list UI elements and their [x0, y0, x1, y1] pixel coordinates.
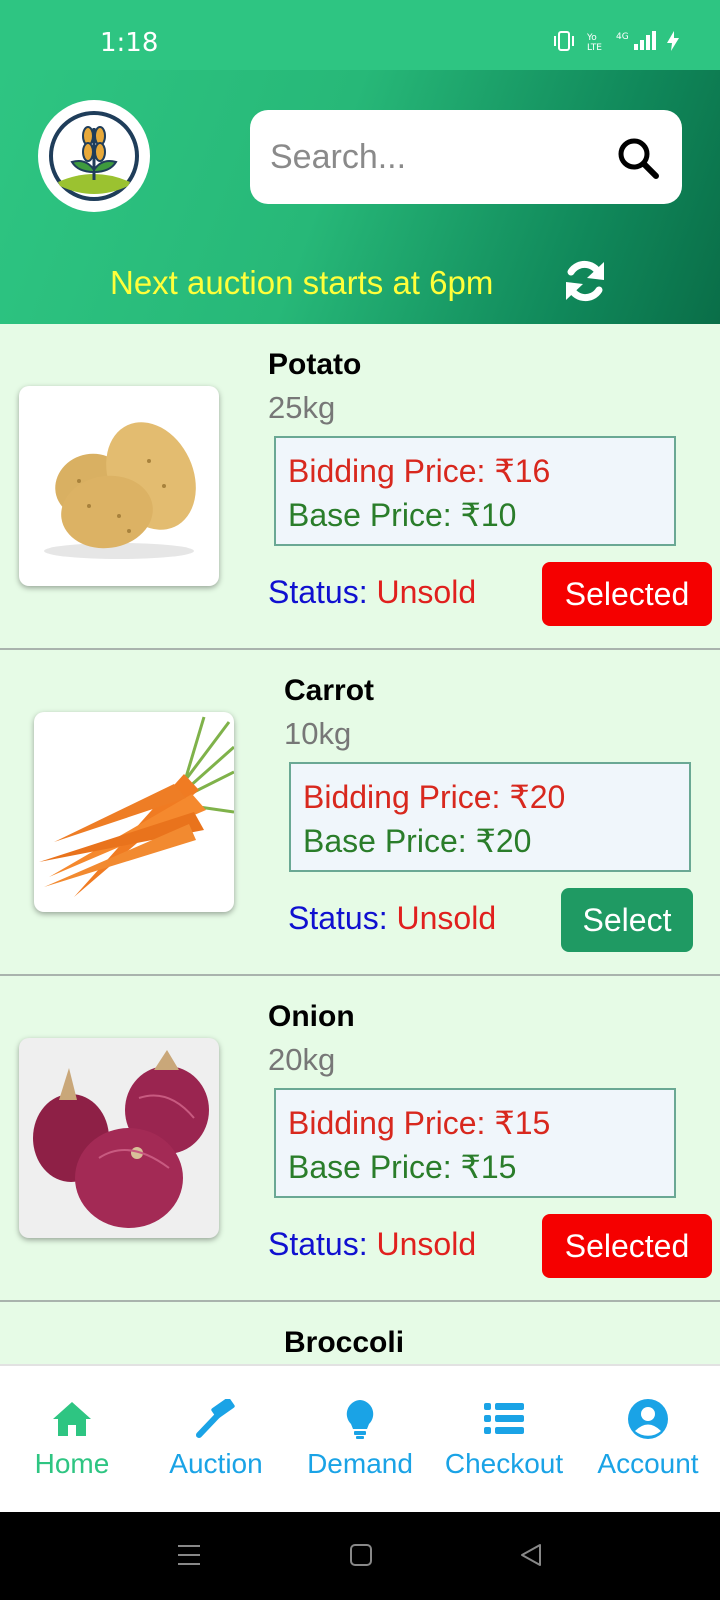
back-icon[interactable]	[518, 1542, 544, 1568]
product-name: Carrot	[284, 674, 375, 707]
next-auction-notice: Next auction starts at 6pm	[110, 264, 494, 301]
product-quantity: 10kg	[284, 716, 352, 751]
nav-home[interactable]: Home	[0, 1366, 144, 1512]
product-list[interactable]: Potato 25kg Bidding Price: ₹16 Base Pric…	[0, 324, 720, 1364]
nav-label: Account	[597, 1448, 699, 1479]
system-navigation-bar	[0, 1512, 720, 1600]
lightbulb-icon	[346, 1400, 374, 1439]
bidding-price: Bidding Price: ₹16	[288, 453, 551, 489]
status-time: 1:18	[100, 28, 159, 58]
nav-label: Auction	[169, 1448, 263, 1479]
selected-button[interactable]: Selected	[542, 1214, 712, 1278]
price-box: Bidding Price: ₹16 Base Price: ₹10	[274, 436, 676, 546]
search-input[interactable]	[270, 132, 590, 182]
nav-checkout[interactable]: Checkout	[432, 1366, 576, 1512]
nav-label: Checkout	[444, 1448, 564, 1479]
product-status: Status: Unsold	[268, 1226, 476, 1263]
nav-account[interactable]: Account	[576, 1366, 720, 1512]
home-icon	[53, 1402, 91, 1436]
app-logo[interactable]	[38, 100, 150, 212]
search-icon[interactable]	[616, 136, 660, 180]
product-image-potato	[19, 386, 219, 586]
selected-button[interactable]: Selected	[542, 562, 712, 626]
bottom-navigation: Home Auction Demand Checkout Account	[0, 1364, 720, 1512]
product-status: Status: Unsold	[268, 574, 476, 611]
network-label: 4G	[616, 32, 629, 42]
svg-text:Yo: Yo	[586, 33, 597, 43]
gavel-icon	[196, 1399, 235, 1438]
menu-icon[interactable]	[176, 1542, 202, 1568]
status-value: Unsold	[376, 574, 477, 610]
nav-auction[interactable]: Auction	[144, 1366, 288, 1512]
product-card: Carrot 10kg Bidding Price: ₹20 Base Pric…	[0, 650, 720, 976]
product-quantity: 25kg	[268, 390, 336, 425]
status-value: Unsold	[396, 900, 497, 936]
product-quantity: 20kg	[268, 1042, 336, 1077]
app-header: Next auction starts at 6pm	[0, 70, 720, 324]
bidding-price: Bidding Price: ₹20	[303, 779, 566, 815]
select-button[interactable]: Select	[561, 888, 693, 952]
base-price: Base Price: ₹15	[288, 1149, 517, 1185]
volte-icon: Yo LTE	[586, 33, 602, 52]
battery-charging-icon	[667, 31, 679, 51]
svg-text:LTE: LTE	[587, 43, 602, 52]
status-bar: 1:18 Yo LTE 4G	[0, 0, 720, 70]
product-status: Status: Unsold	[288, 900, 496, 937]
product-card: Broccoli	[0, 1302, 720, 1364]
vibrate-icon	[554, 31, 574, 51]
user-circle-icon	[628, 1399, 668, 1439]
price-box: Bidding Price: ₹15 Base Price: ₹15	[274, 1088, 676, 1198]
status-value: Unsold	[376, 1226, 477, 1262]
status-label: Status:	[268, 574, 377, 610]
nav-demand[interactable]: Demand	[288, 1366, 432, 1512]
status-label: Status:	[268, 1226, 377, 1262]
base-price: Base Price: ₹10	[288, 497, 517, 533]
product-image-onion	[19, 1038, 219, 1238]
signal-icon: 4G	[616, 31, 656, 50]
nav-label: Home	[34, 1448, 110, 1479]
bidding-price: Bidding Price: ₹15	[288, 1105, 551, 1141]
status-icons: Yo LTE 4G	[552, 30, 680, 52]
refresh-icon[interactable]	[560, 256, 610, 306]
product-name: Broccoli	[284, 1326, 405, 1359]
product-name: Potato	[268, 348, 362, 381]
home-square-icon[interactable]	[348, 1542, 374, 1568]
list-icon	[484, 1403, 524, 1434]
search-bar[interactable]	[250, 110, 682, 204]
product-card: Onion 20kg Bidding Price: ₹15 Base Price…	[0, 976, 720, 1302]
base-price: Base Price: ₹20	[303, 823, 532, 859]
nav-label: Demand	[307, 1448, 413, 1479]
wheat-logo-icon	[49, 111, 139, 201]
product-image-carrot	[34, 712, 234, 912]
product-name: Onion	[268, 1000, 355, 1033]
price-box: Bidding Price: ₹20 Base Price: ₹20	[289, 762, 691, 872]
product-card: Potato 25kg Bidding Price: ₹16 Base Pric…	[0, 324, 720, 650]
status-label: Status:	[288, 900, 397, 936]
